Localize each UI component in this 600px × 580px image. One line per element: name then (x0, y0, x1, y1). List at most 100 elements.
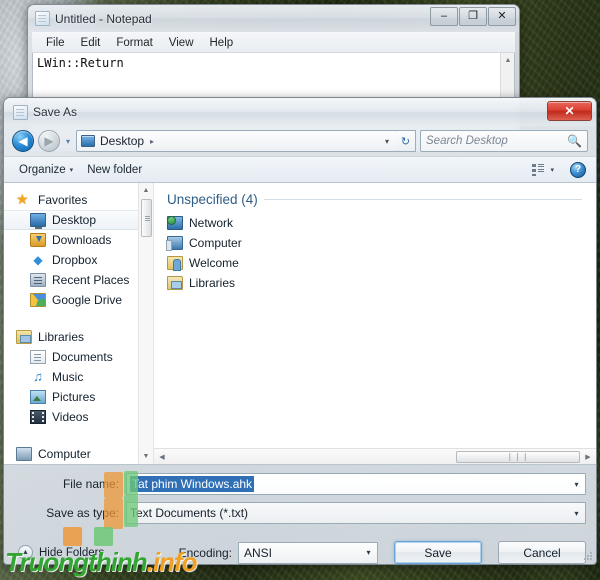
search-placeholder: Search Desktop (426, 135, 508, 147)
sidebar-item-label: Videos (52, 410, 89, 424)
sidebar-item-pictures[interactable]: Pictures (4, 387, 153, 407)
list-item[interactable]: Libraries (154, 273, 596, 293)
notepad-icon (35, 11, 50, 26)
encoding-select[interactable]: ANSI ▾ (238, 541, 378, 564)
scrollbar-track[interactable]: ❘❘❘ (170, 449, 580, 465)
resize-grip[interactable] (583, 552, 593, 562)
sidebar-item-libraries[interactable]: Libraries (4, 327, 153, 347)
menu-item-view[interactable]: View (161, 35, 202, 51)
save-as-dialog: Save As ✕ ◀ ▶ ▾ Desktop ▸ ▾ ↻ Search Des… (3, 97, 597, 565)
close-button[interactable]: ✕ (488, 7, 516, 26)
view-mode-button[interactable]: ▾ (526, 162, 560, 178)
sidebar-item-dropbox[interactable]: ◆ Dropbox (4, 250, 153, 270)
save-as-titlebar[interactable]: Save As ✕ (4, 98, 596, 126)
computer-icon (166, 236, 183, 251)
scroll-up-icon[interactable]: ▲ (501, 53, 514, 67)
filename-input[interactable]: Tat phim Windows.ahk ▾ (126, 473, 586, 495)
breadcrumb[interactable]: Desktop ▸ ▾ (76, 130, 397, 152)
help-icon[interactable]: ? (570, 161, 586, 178)
sidebar-item-documents[interactable]: Documents (4, 347, 153, 367)
sidebar-item-downloads[interactable]: Downloads (4, 230, 153, 250)
chevron-down-icon[interactable]: ▾ (568, 474, 585, 494)
navigation-pane: ★ Favorites Desktop Downloads ◆ Dropbox (4, 183, 154, 464)
menu-item-file[interactable]: File (38, 35, 73, 51)
sidebar-item-recent-places[interactable]: Recent Places (4, 270, 153, 290)
scroll-up-icon[interactable]: ▲ (139, 183, 153, 198)
file-group-label: Unspecified (4) (167, 192, 258, 207)
new-folder-button[interactable]: New folder (80, 161, 149, 179)
sidebar-item-desktop[interactable]: Desktop (4, 210, 153, 230)
desktop-icon (30, 213, 46, 229)
sidebar-item-favorites[interactable]: ★ Favorites (4, 190, 153, 210)
sidebar-item-label: Dropbox (52, 253, 98, 267)
refresh-icon[interactable]: ↻ (396, 130, 416, 152)
notepad-titlebar[interactable]: Untitled - Notepad – ❐ ✕ (28, 5, 519, 32)
computer-icon (16, 447, 32, 461)
filetype-row: Save as type: Text Documents (*.txt) ▾ (14, 502, 586, 524)
desktop-icon (81, 135, 96, 147)
navigation-pane-scrollbar[interactable]: ▲ ▼ (138, 183, 153, 464)
encoding-group: Encoding: ANSI ▾ Save Cancel (179, 541, 586, 564)
breadcrumb-current[interactable]: Desktop (100, 134, 144, 148)
history-dropdown-icon[interactable]: ▾ (64, 137, 72, 146)
chevron-down-icon[interactable]: ▾ (360, 543, 377, 563)
chevron-down-icon: ▾ (69, 166, 74, 174)
video-icon (30, 410, 46, 424)
notepad-content: LWin::Return (37, 56, 124, 70)
star-icon: ★ (16, 191, 29, 207)
file-list[interactable]: Unspecified (4) Network Computer Welcome (154, 183, 596, 464)
library-icon (16, 330, 32, 344)
sidebar-item-label: Downloads (52, 233, 112, 247)
scroll-right-icon[interactable]: ▶ (580, 449, 596, 465)
notepad-title: Untitled - Notepad (55, 11, 152, 26)
close-icon[interactable]: ✕ (547, 101, 592, 121)
list-item[interactable]: Network (154, 213, 596, 233)
scrollbar-thumb[interactable] (141, 199, 152, 237)
sidebar-item-videos[interactable]: Videos (4, 407, 153, 427)
google-drive-icon (30, 293, 46, 307)
filename-label: File name: (62, 477, 119, 491)
watermark-name: Truongthinh (5, 547, 148, 577)
sidebar-item-music[interactable]: ♫ Music (4, 367, 153, 387)
menu-item-help[interactable]: Help (202, 35, 242, 51)
list-item[interactable]: Welcome (154, 253, 596, 273)
sidebar-item-label: Documents (52, 350, 113, 364)
downloads-icon (30, 233, 46, 247)
dropbox-icon: ◆ (33, 253, 43, 267)
notepad-window-controls: – ❐ ✕ (430, 7, 516, 26)
nav-group-favorites: ★ Favorites Desktop Downloads ◆ Dropbox (4, 190, 153, 310)
sidebar-item-computer[interactable]: Computer (4, 444, 153, 464)
list-item-label: Welcome (189, 256, 239, 270)
maximize-button[interactable]: ❐ (459, 7, 487, 26)
sidebar-item-google-drive[interactable]: Google Drive (4, 290, 153, 310)
file-group-header: Unspecified (4) (154, 183, 596, 213)
nav-group-computer: Computer (4, 444, 153, 464)
minimize-button[interactable]: – (430, 7, 458, 26)
network-icon (167, 216, 183, 230)
organize-button[interactable]: Organize ▾ (12, 161, 80, 179)
cancel-button[interactable]: Cancel (498, 541, 586, 564)
scrollbar-thumb[interactable]: ❘❘❘ (456, 450, 580, 463)
organize-label: Organize (19, 163, 66, 176)
address-bar-row: ◀ ▶ ▾ Desktop ▸ ▾ ↻ Search Desktop 🔍 (4, 126, 596, 156)
filetype-label: Save as type: (46, 506, 119, 520)
search-input[interactable]: Search Desktop 🔍 (420, 130, 588, 152)
chevron-down-icon[interactable]: ▾ (568, 503, 585, 523)
save-as-title: Save As (33, 105, 78, 119)
save-form: File name: Tat phim Windows.ahk ▾ Save a… (4, 465, 596, 524)
scroll-left-icon[interactable]: ◀ (154, 449, 170, 465)
list-item[interactable]: Computer (154, 233, 596, 253)
watermark-tld: .info (146, 547, 198, 577)
filetype-select[interactable]: Text Documents (*.txt) ▾ (126, 502, 586, 524)
menu-item-format[interactable]: Format (108, 35, 160, 51)
welcome-folder-icon (167, 256, 183, 271)
menu-item-edit[interactable]: Edit (73, 35, 109, 51)
back-button[interactable]: ◀ (12, 130, 34, 152)
chevron-down-icon[interactable]: ▾ (385, 137, 392, 146)
scroll-down-icon[interactable]: ▼ (139, 449, 153, 464)
save-button[interactable]: Save (394, 541, 482, 564)
document-icon (30, 350, 46, 364)
forward-button[interactable]: ▶ (38, 130, 60, 152)
file-list-horizontal-scrollbar[interactable]: ◀ ❘❘❘ ▶ (154, 448, 596, 464)
